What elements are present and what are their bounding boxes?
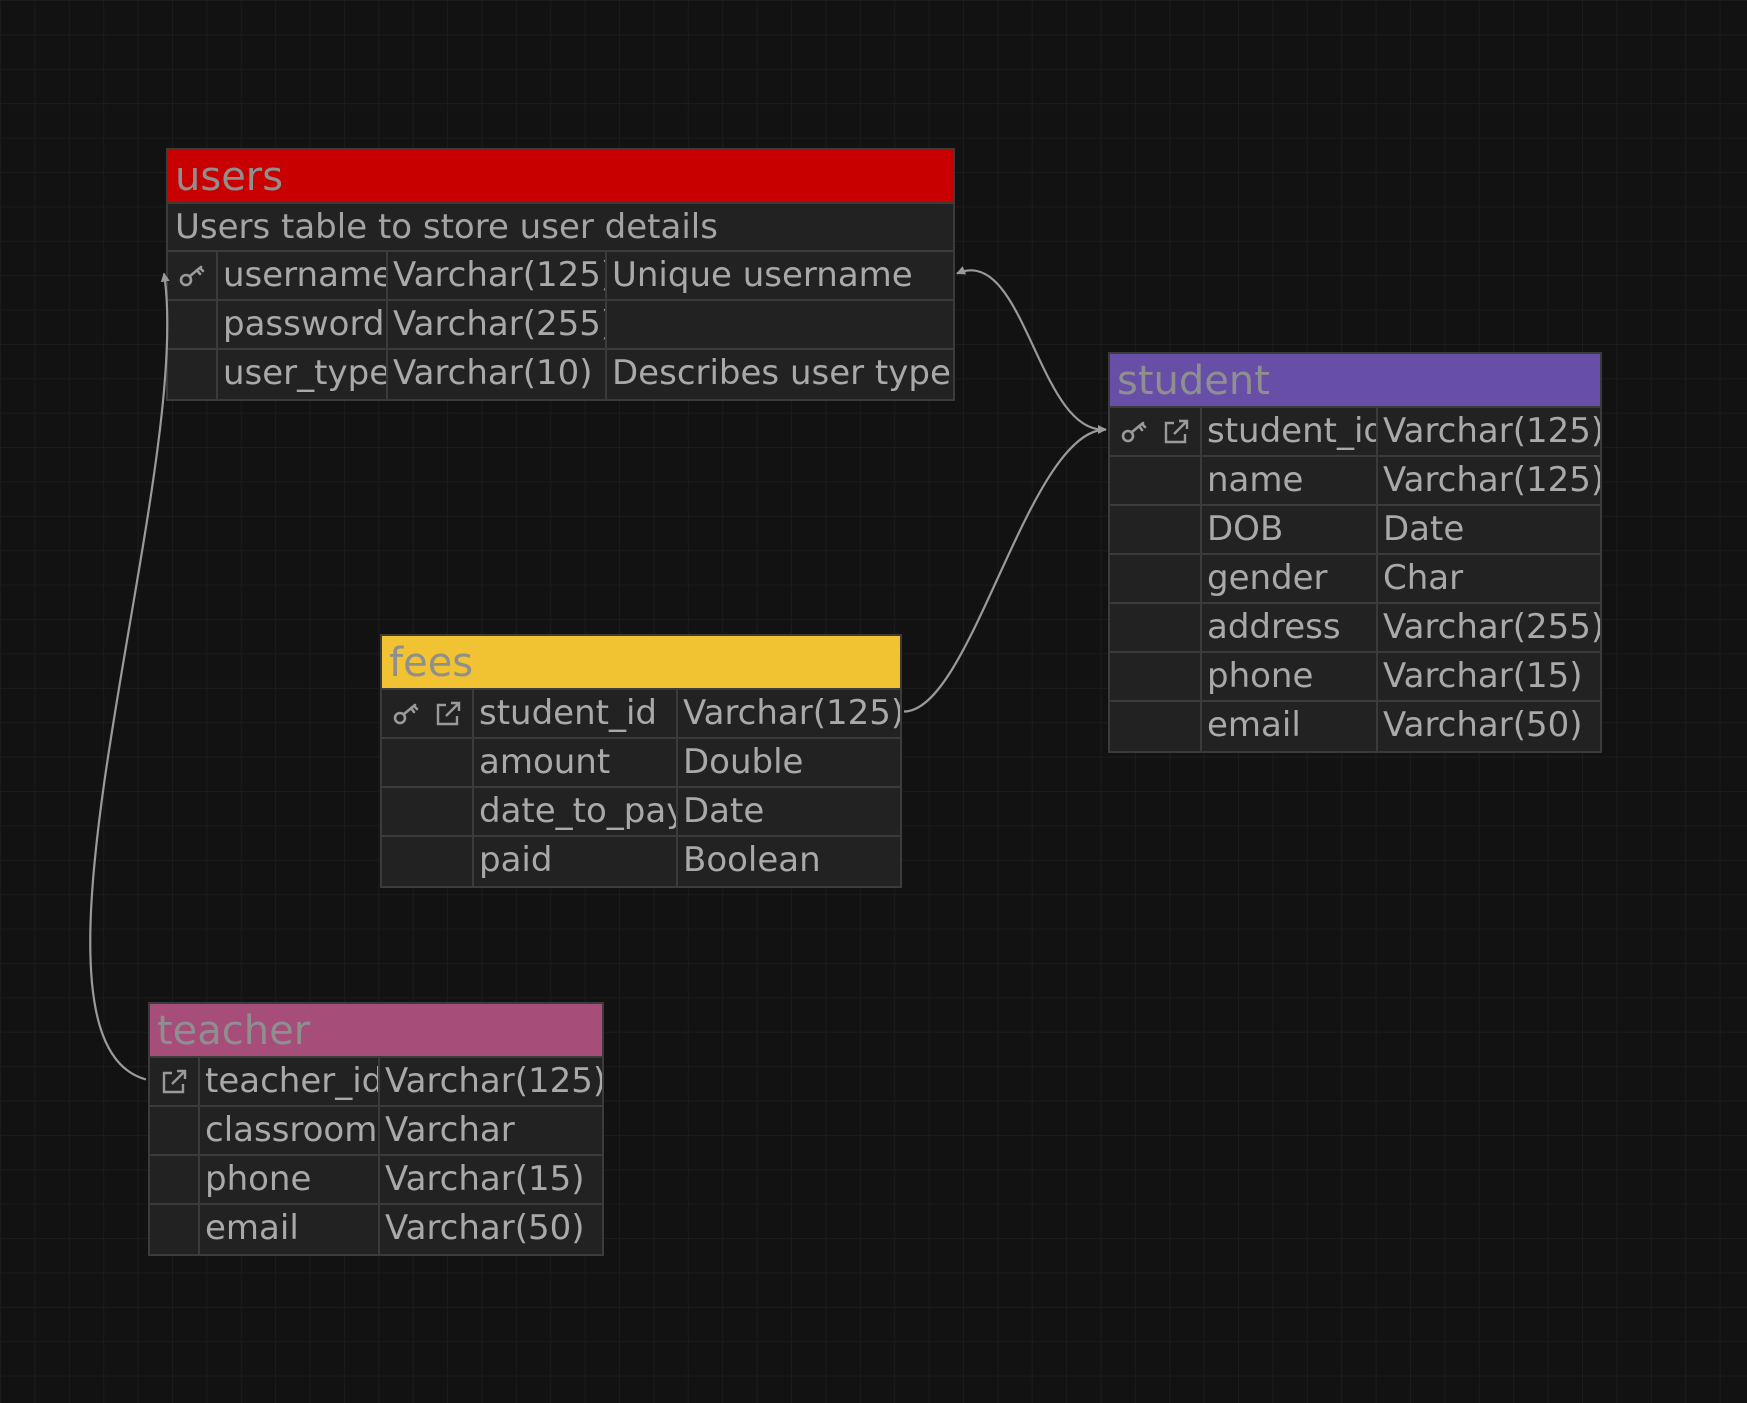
field-type: Varchar(125)	[380, 1058, 602, 1107]
field-name[interactable]: name	[1202, 457, 1378, 506]
table-header-fees[interactable]: fees	[382, 636, 900, 690]
field-icons	[168, 252, 218, 301]
field-type: Varchar(255)	[1378, 604, 1600, 653]
field-name[interactable]: username	[218, 252, 388, 301]
field-note: Describes user type	[612, 353, 951, 393]
field-list: student_id Varchar(125) amount Double date_t…	[382, 690, 900, 886]
field-icons	[1110, 604, 1202, 653]
field-name[interactable]: classroom	[200, 1107, 380, 1156]
field-name[interactable]: date_to_pay	[474, 788, 678, 837]
field-type: Varchar(50)	[385, 1208, 585, 1248]
field-type: Varchar(125)	[1378, 457, 1600, 506]
field-icons	[150, 1205, 200, 1254]
key-icon	[1119, 417, 1149, 447]
field-note	[607, 301, 953, 350]
field-name[interactable]: email	[200, 1205, 380, 1254]
field-type: Date	[1378, 506, 1600, 555]
field-name[interactable]: address	[1202, 604, 1378, 653]
field-list: teacher_id Varchar(125) classroom Varchar ph…	[150, 1058, 602, 1254]
field-name[interactable]: user_type	[218, 350, 388, 399]
field-type: Varchar(10)	[388, 350, 607, 399]
field-type: Varchar(255)	[388, 301, 607, 350]
field-name[interactable]: DOB	[1202, 506, 1378, 555]
table-comment-users: Users table to store user details	[168, 204, 953, 252]
table-student[interactable]: student student_id Varchar(125) name Varchar…	[1108, 352, 1602, 753]
field-name[interactable]: gender	[1202, 555, 1378, 604]
field-list: username Varchar(125) Unique username passw…	[168, 252, 953, 399]
field-icons	[382, 739, 474, 788]
table-teacher[interactable]: teacher teacher_id Varchar(125) classroom Va…	[148, 1002, 604, 1256]
field-name[interactable]: phone	[1202, 653, 1378, 702]
field-type: Char	[1378, 555, 1600, 604]
field-name[interactable]: paid	[474, 837, 678, 886]
field-icons	[1110, 408, 1202, 457]
field-type: Date	[678, 788, 900, 837]
field-type: Varchar(50)	[1383, 705, 1583, 745]
field-icons	[168, 301, 218, 350]
diagram-canvas[interactable]: users Users table to store user details us…	[0, 0, 1747, 1403]
field-list: student_id Varchar(125) name Varchar(125) DO…	[1110, 408, 1600, 751]
field-type: Varchar(15)	[380, 1156, 602, 1205]
foreign-key-icon	[1161, 417, 1191, 447]
field-icons	[382, 690, 474, 739]
field-type: Varchar(125)	[1378, 408, 1600, 457]
field-name[interactable]: student_id	[1202, 408, 1378, 457]
key-icon	[177, 261, 207, 291]
field-icons	[382, 837, 474, 886]
foreign-key-icon	[159, 1067, 189, 1097]
table-header-users[interactable]: users	[168, 150, 953, 204]
field-note: Unique username	[607, 252, 953, 301]
table-header-teacher[interactable]: teacher	[150, 1004, 602, 1058]
field-type: Varchar(125)	[678, 690, 900, 739]
field-type: Double	[678, 739, 900, 788]
table-users[interactable]: users Users table to store user details us…	[166, 148, 955, 401]
field-type: Varchar(125)	[388, 252, 607, 301]
field-name[interactable]: teacher_id	[200, 1058, 380, 1107]
field-icons	[1110, 555, 1202, 604]
field-icons	[1110, 702, 1202, 751]
field-name[interactable]: student_id	[474, 690, 678, 739]
field-name[interactable]: phone	[200, 1156, 380, 1205]
field-icons	[150, 1107, 200, 1156]
foreign-key-icon	[433, 699, 463, 729]
field-name[interactable]: email	[1202, 702, 1378, 751]
field-icons	[150, 1156, 200, 1205]
field-icons	[1110, 506, 1202, 555]
field-type: Varchar(15)	[1378, 653, 1600, 702]
table-fees[interactable]: fees student_id Varchar(125) amount Double da…	[380, 634, 902, 888]
field-icons	[150, 1058, 200, 1107]
key-icon	[391, 699, 421, 729]
field-name[interactable]: password	[218, 301, 388, 350]
field-icons	[1110, 653, 1202, 702]
field-type: Boolean	[683, 840, 821, 880]
field-icons	[382, 788, 474, 837]
field-name[interactable]: amount	[474, 739, 678, 788]
table-header-student[interactable]: student	[1110, 354, 1600, 408]
field-type: Varchar	[380, 1107, 602, 1156]
field-icons	[1110, 457, 1202, 506]
field-icons	[168, 350, 218, 399]
